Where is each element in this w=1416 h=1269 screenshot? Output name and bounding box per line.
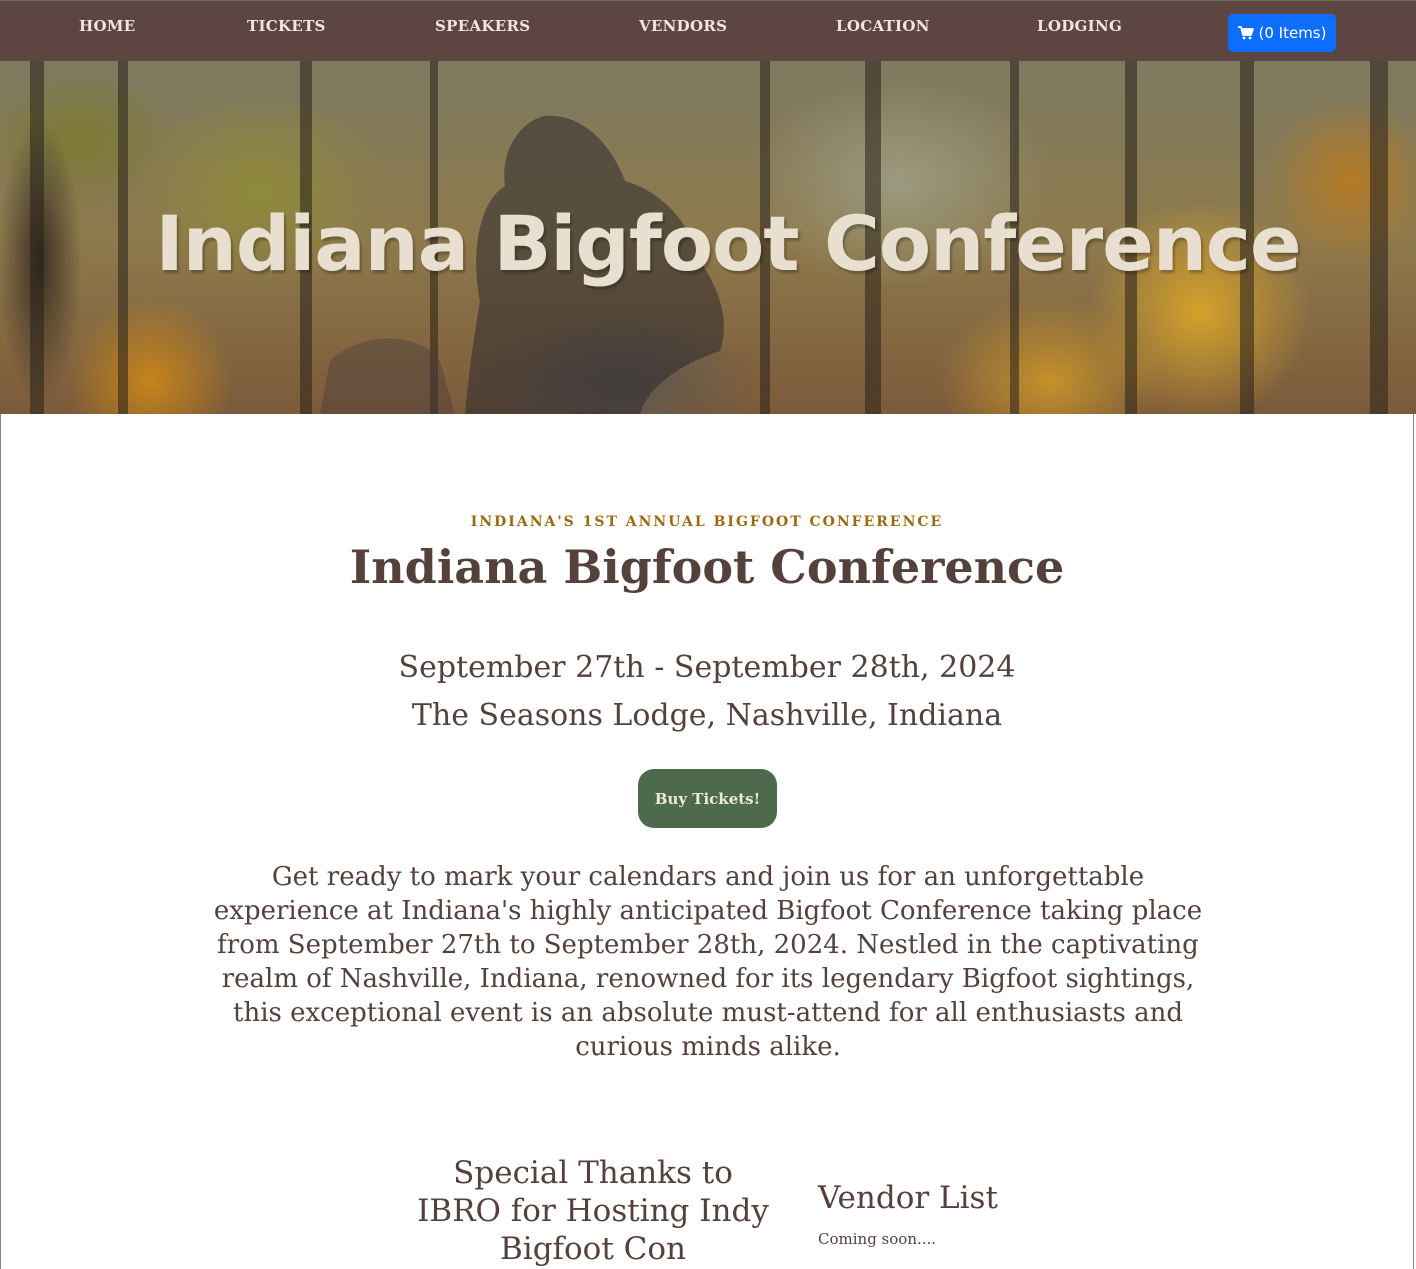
nav-tickets[interactable]: TICKETS (247, 17, 326, 35)
event-dates: September 27th - September 28th, 2024 (398, 650, 1016, 685)
event-kicker: INDIANA'S 1ST ANNUAL BIGFOOT CONFERENCE (470, 514, 944, 530)
cart-button[interactable]: (0 Items) (1228, 14, 1336, 52)
vendor-list-heading: Vendor List (818, 1180, 998, 1216)
nav-speakers[interactable]: SPEAKERS (435, 17, 530, 35)
shopping-cart-icon (1237, 26, 1254, 40)
nav-home[interactable]: HOME (79, 17, 135, 35)
top-nav: HOME TICKETS SPEAKERS VENDORS LOCATION L… (0, 0, 1416, 61)
hero-title: Indiana Bigfoot Conference (155, 199, 1301, 288)
buy-tickets-button[interactable]: Buy Tickets! (638, 769, 777, 828)
cart-label: (0 Items) (1258, 24, 1327, 42)
event-venue: The Seasons Lodge, Nashville, Indiana (411, 698, 1003, 733)
nav-location[interactable]: LOCATION (836, 17, 930, 35)
intro-paragraph: Get ready to mark your calendars and joi… (213, 862, 1203, 1062)
page-title: Indiana Bigfoot Conference (349, 540, 1065, 594)
vendor-list-text: Coming soon.... (818, 1230, 937, 1248)
thanks-heading: Special Thanks to IBRO for Hosting Indy … (417, 1155, 769, 1267)
nav-lodging[interactable]: LODGING (1037, 17, 1122, 35)
nav-vendors[interactable]: VENDORS (639, 17, 727, 35)
hero-banner: Indiana Bigfoot Conference (0, 61, 1416, 414)
